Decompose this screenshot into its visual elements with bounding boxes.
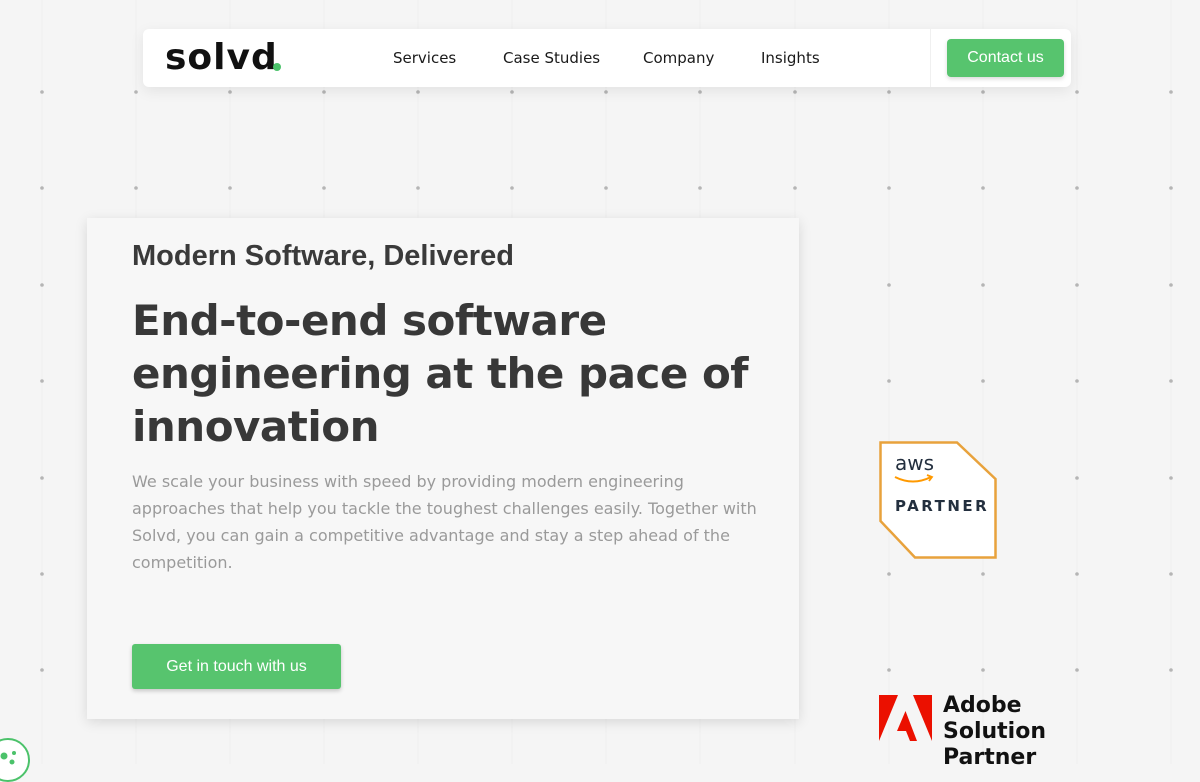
grid-dot bbox=[1075, 476, 1079, 480]
grid-dot bbox=[40, 283, 44, 287]
grid-dot bbox=[887, 186, 891, 190]
grid-dot bbox=[416, 90, 420, 94]
adobe-line1: Adobe bbox=[943, 693, 1022, 718]
grid-dot bbox=[40, 186, 44, 190]
grid-dot bbox=[40, 379, 44, 383]
nav-divider bbox=[930, 29, 931, 87]
grid-dot bbox=[981, 283, 985, 287]
grid-dot bbox=[134, 90, 138, 94]
grid-dot bbox=[40, 90, 44, 94]
grid-dot bbox=[416, 186, 420, 190]
grid-dot bbox=[1169, 572, 1173, 576]
hero-description: We scale your business with speed by pro… bbox=[132, 472, 757, 572]
grid-dot bbox=[698, 90, 702, 94]
grid-dot bbox=[1169, 186, 1173, 190]
grid-dot bbox=[981, 90, 985, 94]
grid-dot bbox=[793, 90, 797, 94]
hero-eyebrow: Modern Software, Delivered bbox=[132, 240, 514, 272]
grid-dot bbox=[981, 186, 985, 190]
grid-dot bbox=[1075, 379, 1079, 383]
adobe-logo-icon bbox=[879, 695, 932, 741]
aws-smile-icon bbox=[894, 474, 934, 483]
grid-dot bbox=[981, 668, 985, 672]
grid-dot bbox=[1169, 668, 1173, 672]
cookie-settings-button[interactable] bbox=[0, 738, 30, 782]
grid-dot bbox=[228, 186, 232, 190]
grid-dot bbox=[1075, 186, 1079, 190]
grid-dot bbox=[887, 283, 891, 287]
grid-dot bbox=[1169, 476, 1173, 480]
adobe-solution-partner-badge: Adobe Solution Partner bbox=[879, 693, 1139, 770]
grid-dot bbox=[40, 668, 44, 672]
top-navigation-bar: solvd Services Case Studies Company Insi… bbox=[143, 29, 1071, 87]
grid-dot bbox=[981, 379, 985, 383]
hero-card: Modern Software, Delivered End-to-end so… bbox=[87, 218, 799, 719]
grid-dot bbox=[1169, 90, 1173, 94]
grid-dot bbox=[887, 572, 891, 576]
contact-us-button[interactable]: Contact us bbox=[947, 39, 1064, 77]
grid-dot bbox=[1075, 668, 1079, 672]
grid-dot bbox=[887, 668, 891, 672]
grid-dot bbox=[1075, 283, 1079, 287]
grid-dot bbox=[510, 186, 514, 190]
grid-dot bbox=[604, 186, 608, 190]
cookie-icon bbox=[0, 751, 16, 765]
grid-dot bbox=[322, 90, 326, 94]
grid-dot bbox=[1169, 379, 1173, 383]
grid-dot bbox=[887, 90, 891, 94]
grid-dot bbox=[1169, 283, 1173, 287]
grid-dot bbox=[322, 186, 326, 190]
grid-dot bbox=[1075, 572, 1079, 576]
nav-item-company[interactable]: Company bbox=[643, 49, 714, 67]
grid-dot bbox=[981, 572, 985, 576]
aws-partner-badge: aws PARTNER bbox=[879, 441, 997, 559]
grid-dot bbox=[793, 186, 797, 190]
grid-dot bbox=[40, 476, 44, 480]
grid-dot bbox=[510, 90, 514, 94]
grid-dot bbox=[40, 572, 44, 576]
grid-dot bbox=[604, 90, 608, 94]
adobe-badge-text: Adobe Solution Partner bbox=[943, 693, 1139, 771]
aws-partner-label: PARTNER bbox=[895, 497, 990, 515]
grid-dot bbox=[698, 186, 702, 190]
adobe-line2: Solution Partner bbox=[943, 719, 1046, 770]
hero-headline: End-to-end software engineering at the p… bbox=[132, 296, 749, 451]
aws-logo-text: aws bbox=[895, 451, 935, 475]
grid-dot bbox=[1075, 90, 1079, 94]
nav-item-services[interactable]: Services bbox=[393, 49, 456, 67]
logo-green-dot bbox=[273, 63, 281, 71]
grid-dot bbox=[134, 186, 138, 190]
get-in-touch-button[interactable]: Get in touch with us bbox=[132, 644, 341, 689]
nav-item-case-studies[interactable]: Case Studies bbox=[503, 49, 600, 67]
grid-dot bbox=[887, 379, 891, 383]
solvd-logo[interactable]: solvd bbox=[165, 37, 278, 78]
grid-dot bbox=[228, 90, 232, 94]
nav-item-insights[interactable]: Insights bbox=[761, 49, 820, 67]
